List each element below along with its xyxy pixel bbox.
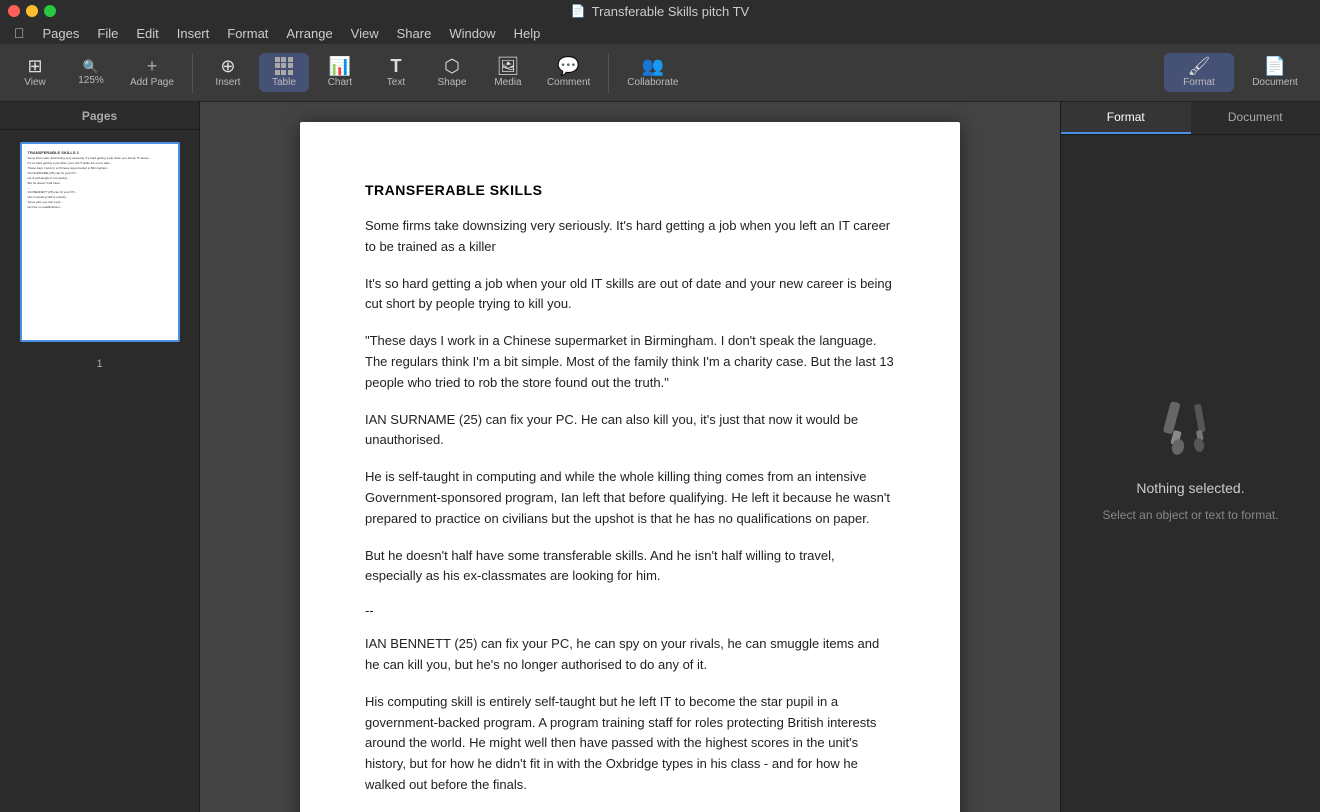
chart-icon: 📊 xyxy=(329,57,351,75)
doc-para-8[interactable]: His computing skill is entirely self-tau… xyxy=(365,692,895,796)
thumbnail-content: TRANSFERABLE SKILLS 1 Some firms take do… xyxy=(22,144,178,217)
collaborate-icon: 👥 xyxy=(642,57,664,75)
right-panel-tabs: Format Document xyxy=(1061,102,1320,135)
nothing-selected-title: Nothing selected. xyxy=(1136,480,1244,496)
separator-1 xyxy=(192,53,193,93)
add-page-icon: + xyxy=(147,57,158,75)
text-button[interactable]: T Text xyxy=(371,53,421,92)
insert-icon: ⊕ xyxy=(220,57,235,75)
canvas-area[interactable]: TRANSFERABLE SKILLS Some firms take down… xyxy=(200,102,1060,812)
doc-separator: -- xyxy=(365,603,895,618)
doc-para-4[interactable]: He is self-taught in computing and while… xyxy=(365,467,895,529)
view-icon: ⊞ xyxy=(27,57,42,75)
pages-panel-header: Pages xyxy=(0,102,199,130)
format-icon: 🖌 xyxy=(1188,57,1211,75)
table-button[interactable]: Table xyxy=(259,53,309,92)
paintbrush-icon xyxy=(1156,393,1226,468)
doc-para-2[interactable]: "These days I work in a Chinese supermar… xyxy=(365,331,895,393)
table-icon xyxy=(275,57,293,75)
document-title: TRANSFERABLE SKILLS xyxy=(365,182,895,198)
doc-para-7[interactable]: IAN BENNETT (25) can fix your PC, he can… xyxy=(365,634,895,676)
menu-share[interactable]: Share xyxy=(389,24,440,43)
view-button[interactable]: ⊞ View xyxy=(10,53,60,92)
format-toolbar-button[interactable]: 🖌 Format xyxy=(1164,53,1234,92)
zoom-button[interactable]: 🔍 125% xyxy=(66,56,116,90)
menu-insert[interactable]: Insert xyxy=(169,24,218,43)
apple-menu[interactable]:  xyxy=(6,25,33,41)
separator-2 xyxy=(608,53,609,93)
maximize-button[interactable] xyxy=(44,5,56,17)
comment-icon: 💬 xyxy=(557,57,579,75)
shape-icon: ⬡ xyxy=(444,57,460,75)
menu-file[interactable]: File xyxy=(89,24,126,43)
menu-window[interactable]: Window xyxy=(441,24,503,43)
traffic-lights xyxy=(8,5,56,17)
nothing-selected-subtitle: Select an object or text to format. xyxy=(1102,508,1278,522)
doc-para-0[interactable]: Some firms take downsizing very seriousl… xyxy=(365,216,895,258)
page-thumbnail-1[interactable]: TRANSFERABLE SKILLS 1 Some firms take do… xyxy=(20,142,180,342)
pages-panel: Pages TRANSFERABLE SKILLS 1 Some firms t… xyxy=(0,102,200,812)
menubar:  Pages File Edit Insert Format Arrange … xyxy=(0,22,1320,44)
document-button[interactable]: 📄 Document xyxy=(1240,53,1310,92)
menu-help[interactable]: Help xyxy=(506,24,549,43)
document-icon: 📄 xyxy=(571,4,586,18)
document-page: TRANSFERABLE SKILLS Some firms take down… xyxy=(300,122,960,812)
window-title: 📄 Transferable Skills pitch TV xyxy=(571,4,749,19)
menu-edit[interactable]: Edit xyxy=(128,24,166,43)
toolbar: ⊞ View 🔍 125% + Add Page ⊕ Insert Table … xyxy=(0,44,1320,102)
doc-para-1[interactable]: It's so hard getting a job when your old… xyxy=(365,274,895,316)
add-page-button[interactable]: + Add Page xyxy=(122,53,182,92)
minimize-button[interactable] xyxy=(26,5,38,17)
media-icon: 🖼 xyxy=(497,57,520,75)
document-icon: 📄 xyxy=(1264,57,1286,75)
doc-para-5[interactable]: But he doesn't half have some transferab… xyxy=(365,546,895,588)
shape-button[interactable]: ⬡ Shape xyxy=(427,53,477,92)
comment-button[interactable]: 💬 Comment xyxy=(539,53,598,92)
menu-view[interactable]: View xyxy=(343,24,387,43)
text-icon: T xyxy=(390,57,401,75)
right-panel: Format Document Nothing selected. Select… xyxy=(1060,102,1320,812)
main-layout: Pages TRANSFERABLE SKILLS 1 Some firms t… xyxy=(0,102,1320,812)
nothing-selected-state: Nothing selected. Select an object or te… xyxy=(1102,393,1278,522)
page-number: 1 xyxy=(0,358,199,370)
close-button[interactable] xyxy=(8,5,20,17)
menu-format[interactable]: Format xyxy=(219,24,276,43)
tab-document[interactable]: Document xyxy=(1191,102,1320,134)
insert-button[interactable]: ⊕ Insert xyxy=(203,53,253,92)
tab-format[interactable]: Format xyxy=(1061,102,1191,134)
media-button[interactable]: 🖼 Media xyxy=(483,53,533,92)
titlebar: 📄 Transferable Skills pitch TV xyxy=(0,0,1320,22)
menu-arrange[interactable]: Arrange xyxy=(278,24,340,43)
zoom-icon: 🔍 xyxy=(83,60,99,73)
chart-button[interactable]: 📊 Chart xyxy=(315,53,365,92)
doc-para-3[interactable]: IAN SURNAME (25) can fix your PC. He can… xyxy=(365,410,895,452)
collaborate-button[interactable]: 👥 Collaborate xyxy=(619,53,686,92)
menu-pages[interactable]: Pages xyxy=(35,24,88,43)
